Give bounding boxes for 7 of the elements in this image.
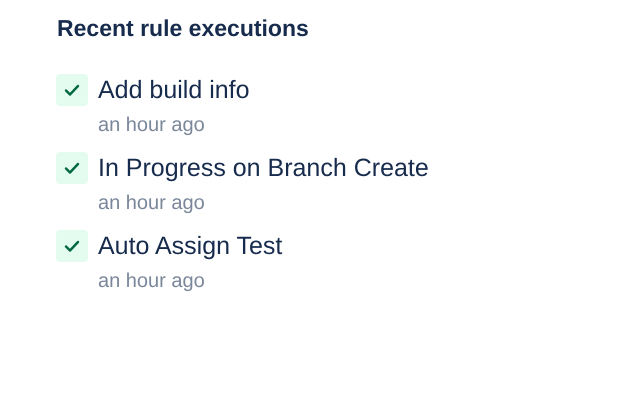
rule-name-link[interactable]: Auto Assign Test <box>98 230 282 262</box>
execution-time: an hour ago <box>98 191 205 216</box>
section-heading: Recent rule executions <box>57 14 310 43</box>
execution-time: an hour ago <box>98 113 205 138</box>
execution-time: an hour ago <box>98 269 205 294</box>
rule-name-link[interactable]: Add build info <box>98 74 250 106</box>
rule-name-link[interactable]: In Progress on Branch Create <box>98 152 429 184</box>
